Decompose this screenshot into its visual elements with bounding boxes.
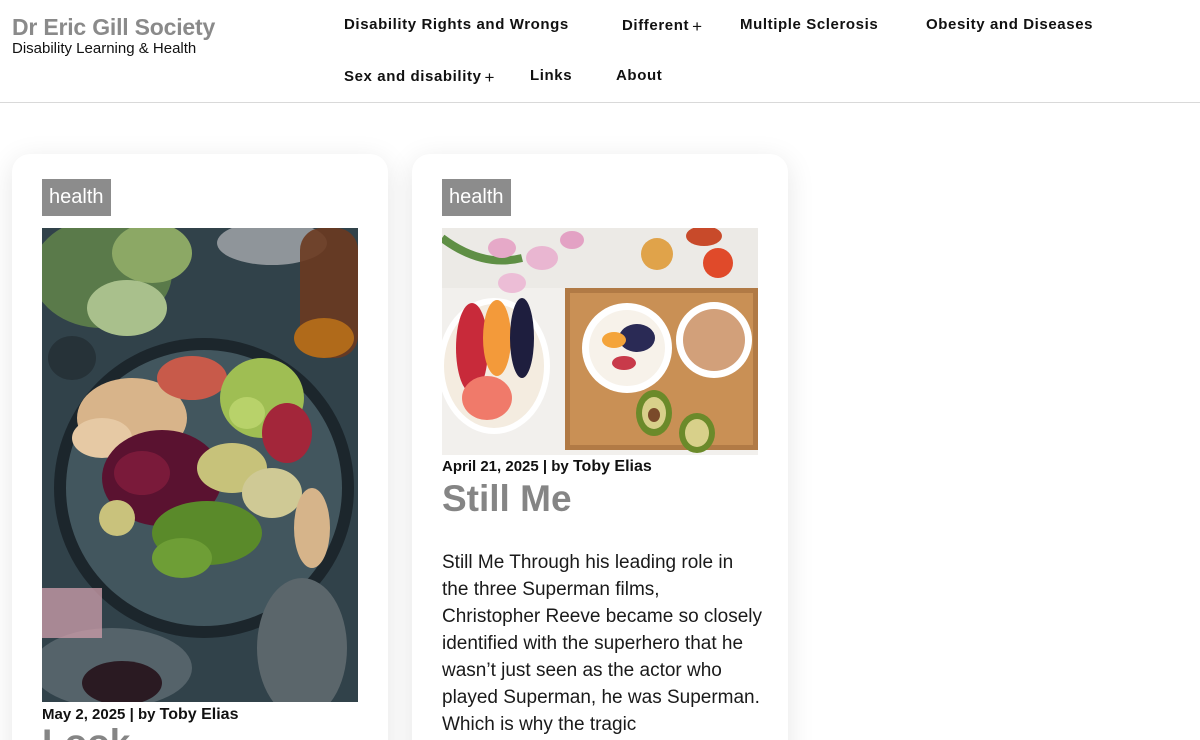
- nav-item-label: Obesity and Diseases: [926, 16, 1094, 33]
- nav-item-label: Sex and disability: [344, 68, 482, 85]
- post-date[interactable]: May 2, 2025: [42, 706, 125, 723]
- nav-item-label: Multiple Sclerosis: [740, 16, 879, 33]
- post-meta: April 21, 2025 | by Toby Elias: [442, 458, 652, 476]
- nav-item-sex-and-disability[interactable]: Sex and disability +: [344, 67, 496, 87]
- submenu-plus-icon[interactable]: +: [692, 17, 703, 36]
- nav-item-label: About: [616, 67, 663, 84]
- post-author[interactable]: Toby Elias: [160, 706, 239, 723]
- category-tag[interactable]: health: [42, 179, 111, 216]
- post-card: health: [412, 154, 788, 740]
- post-by: | by: [129, 706, 156, 723]
- nav-item-label: Different: [622, 17, 690, 34]
- nav-item-about[interactable]: About: [616, 67, 662, 85]
- nav-item-multiple-sclerosis[interactable]: Multiple Sclerosis: [740, 16, 878, 34]
- post-title[interactable]: Still Me: [442, 478, 572, 520]
- food-platter-image: [42, 228, 358, 702]
- nav-item-label: Disability Rights and Wrongs: [344, 16, 569, 33]
- food-platter-photo[interactable]: [42, 228, 358, 702]
- category-tag[interactable]: health: [442, 179, 511, 216]
- nav-item-obesity[interactable]: Obesity and Diseases: [926, 16, 1093, 34]
- breakfast-table-photo[interactable]: [442, 228, 758, 455]
- nav-item-disability-rights[interactable]: Disability Rights and Wrongs: [344, 16, 569, 34]
- submenu-plus-icon[interactable]: +: [485, 68, 496, 87]
- site-tagline: Disability Learning & Health: [12, 40, 197, 57]
- post-by: | by: [542, 458, 569, 475]
- site-header: Dr Eric Gill Society Disability Learning…: [0, 0, 1200, 103]
- site-brand[interactable]: Dr Eric Gill Society Disability Learning…: [12, 13, 215, 57]
- post-title[interactable]: Look...: [42, 722, 161, 740]
- nav-item-links[interactable]: Links: [530, 67, 572, 85]
- post-author[interactable]: Toby Elias: [573, 458, 652, 475]
- post-card: health: [12, 154, 388, 740]
- site-title[interactable]: Dr Eric Gill Society: [12, 13, 215, 41]
- nav-item-label: Links: [530, 67, 573, 84]
- nav-item-different[interactable]: Different +: [622, 16, 703, 36]
- post-date[interactable]: April 21, 2025: [442, 458, 539, 475]
- post-excerpt: Still Me Through his leading role in the…: [442, 552, 762, 735]
- breakfast-table-image: [442, 228, 758, 455]
